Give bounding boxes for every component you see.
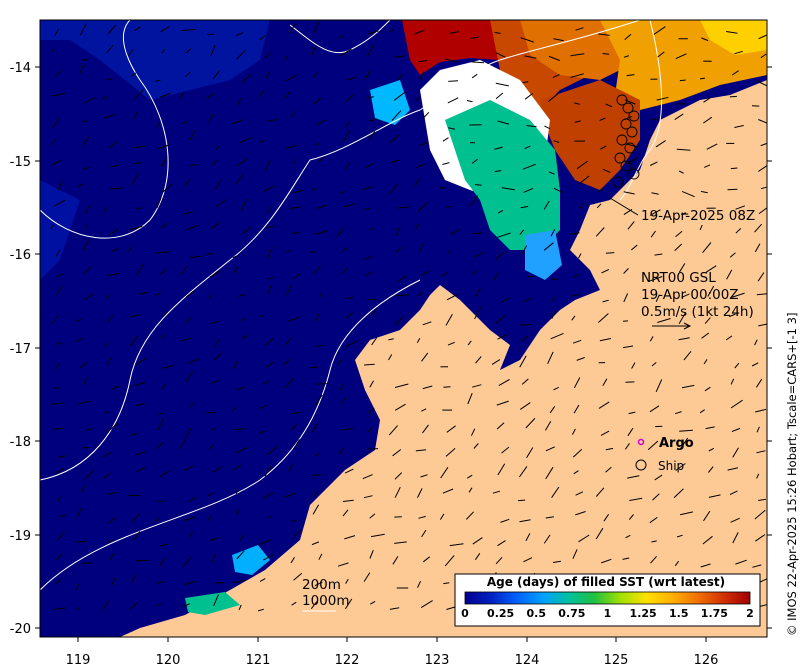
current-arrow [364,363,375,366]
depth-200m-label: 200m [302,577,341,593]
current-arrow [440,186,446,189]
colorbar-tick-label: 1.75 [701,607,728,620]
current-time-label: 19-Apr 00:00Z [641,287,739,303]
colorbar-title: Age (days) of filled SST (wrt latest) [487,575,725,589]
colorbar-tick-label: 2 [746,607,754,620]
current-arrow [366,298,377,301]
current-arrow [679,79,686,82]
y-tick-label: -19 [10,529,31,544]
colorbar-ramp [464,591,751,605]
y-tick-label: -16 [10,248,31,263]
x-axis: 119 120 121 122 123 124 125 126 [66,637,719,668]
current-arrow [448,80,459,82]
argo-label: Argo [659,436,694,451]
current-arrow [109,187,123,190]
current-arrow [310,366,319,369]
current-arrow [727,188,738,191]
current-arrow [310,251,316,253]
current-arrow [730,167,738,170]
current-arrow [474,184,482,186]
x-tick-label: 125 [604,653,629,668]
current-arrow [367,448,379,450]
ship-label: Ship [658,459,684,473]
colorbar-legend: Age (days) of filled SST (wrt latest) 00… [454,573,761,627]
colorbar-tick-label: 0 [461,607,469,620]
colorbar-tick-label: 1.5 [669,607,689,620]
track-time-label: 19-Apr-2025 08Z [641,208,755,224]
sst-age-map: 119 120 121 122 123 124 125 126 -14-15-16-17-18… [10,19,799,668]
x-tick-label: 120 [156,653,181,668]
y-tick-label: -17 [10,342,31,357]
current-arrow [81,447,90,449]
plot-area [40,20,767,637]
current-source-label: NRT00 GSL [641,270,716,286]
x-tick-label: 126 [694,653,719,668]
colorbar-tick-label: 0.75 [558,607,585,620]
colorbar-tick-label: 1.25 [630,607,657,620]
colorbar-tick-label: 0.5 [527,607,547,620]
depth-1000m-label: 1000m [302,593,350,609]
current-arrow [106,78,113,80]
credit-text: © IMOS 22-Apr-2025 15:26 Hobart; Tscale=… [785,313,799,636]
current-arrow [443,386,451,388]
colorbar-tick-label: 0.25 [487,607,514,620]
y-tick-label: -15 [10,155,31,170]
colorbar-ticks: 0 0.25 0.5 0.75 1 1.25 1.5 1.75 2 [461,607,754,620]
y-tick-label: -14 [10,61,31,76]
current-arrow [729,95,737,98]
x-tick-label: 122 [335,653,360,668]
x-tick-label: 121 [246,653,271,668]
current-arrow [518,499,526,502]
x-tick-label: 124 [515,653,540,668]
y-tick-label: -20 [10,622,31,637]
current-arrow [605,252,615,254]
x-tick-label: 123 [425,653,450,668]
colorbar-tick-label: 1 [604,607,612,620]
x-tick-label: 119 [66,653,91,668]
current-arrow [233,428,247,430]
y-tick-label: -18 [10,435,31,450]
current-scale-label: 0.5m/s (1kt 24h) [641,304,754,320]
